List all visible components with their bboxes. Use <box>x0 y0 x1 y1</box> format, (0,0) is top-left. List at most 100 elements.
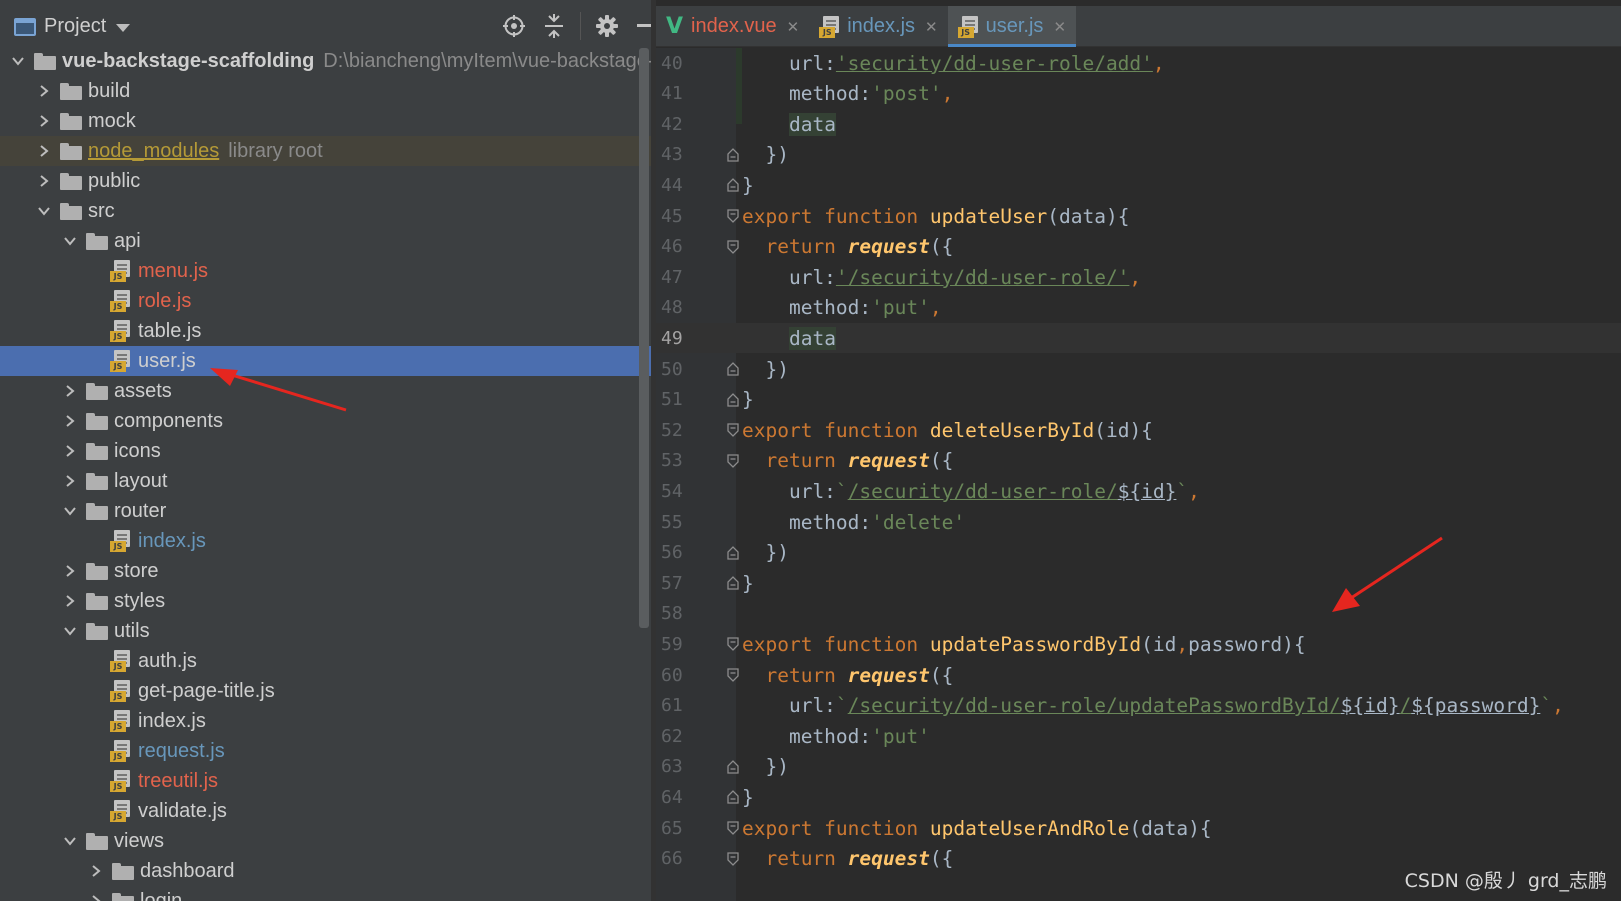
fold-marker-icon[interactable] <box>724 454 742 468</box>
code-line[interactable]: 47 url:'/security/dd-user-role/', <box>656 262 1621 292</box>
chevron-right-icon[interactable] <box>34 76 54 106</box>
tree-item-validate-js[interactable]: JS validate.js <box>0 796 673 826</box>
code-line[interactable]: 56 }) <box>656 538 1621 568</box>
tree-item-router[interactable]: router <box>0 496 673 526</box>
chevron-right-icon[interactable] <box>60 586 80 616</box>
chevron-down-icon[interactable] <box>34 196 54 226</box>
fold-marker-icon[interactable] <box>724 821 742 835</box>
tree-item-layout[interactable]: layout <box>0 466 673 496</box>
close-icon[interactable]: ✕ <box>1053 18 1066 36</box>
chevron-right-icon[interactable] <box>60 466 80 496</box>
fold-marker-icon[interactable] <box>724 637 742 652</box>
code-line[interactable]: 48 method:'put', <box>656 293 1621 323</box>
code-line[interactable]: 42 data <box>656 109 1621 139</box>
code-line[interactable]: 60 return request({ <box>656 660 1621 690</box>
code-line[interactable]: 58 <box>656 599 1621 629</box>
close-icon[interactable]: ✕ <box>787 18 800 36</box>
code-line[interactable]: 64} <box>656 782 1621 812</box>
code-line[interactable]: 61 url:`/security/dd-user-role/updatePas… <box>656 691 1621 721</box>
tree-item-icons[interactable]: icons <box>0 436 673 466</box>
code-line[interactable]: 51} <box>656 385 1621 415</box>
js-file-icon: JS <box>110 770 130 792</box>
tree-item-dashboard[interactable]: dashboard <box>0 856 673 886</box>
close-icon[interactable]: ✕ <box>925 18 938 36</box>
tree-item-treeutil-js[interactable]: JS treeutil.js <box>0 766 673 796</box>
code-line[interactable]: 46 return request({ <box>656 232 1621 262</box>
tree-item-table-js[interactable]: JS table.js <box>0 316 673 346</box>
code-line[interactable]: 57} <box>656 568 1621 598</box>
chevron-right-icon[interactable] <box>60 406 80 436</box>
chevron-right-icon[interactable] <box>34 106 54 136</box>
chevron-down-icon[interactable] <box>8 46 28 76</box>
chevron-right-icon[interactable] <box>60 556 80 586</box>
project-view-title[interactable]: Project <box>44 15 106 38</box>
fold-marker-icon[interactable] <box>724 209 742 223</box>
fold-marker-icon[interactable] <box>724 239 742 254</box>
code-line[interactable]: 62 method:'put' <box>656 721 1621 751</box>
code-line[interactable]: 40 url:'security/dd-user-role/add', <box>656 48 1621 78</box>
code-line[interactable]: 55 method:'delete' <box>656 507 1621 537</box>
fold-marker-icon[interactable] <box>724 576 742 590</box>
code-line[interactable]: 52 export function deleteUserById(id){ <box>656 415 1621 445</box>
tree-item-styles[interactable]: styles <box>0 586 673 616</box>
collapse-all-icon[interactable] <box>536 8 572 44</box>
chevron-right-icon[interactable] <box>60 436 80 466</box>
tree-item-vue-backstage-scaffolding[interactable]: vue-backstage-scaffolding D:\biancheng\my… <box>0 46 673 76</box>
code-line[interactable]: 65 export function updateUserAndRole(data… <box>656 813 1621 843</box>
tree-item-request-js[interactable]: JS request.js <box>0 736 673 766</box>
code-line[interactable]: 59 export function updatePasswordById(id,… <box>656 629 1621 659</box>
code-line[interactable]: 63 }) <box>656 752 1621 782</box>
locate-icon[interactable] <box>496 8 532 44</box>
fold-marker-icon[interactable] <box>724 147 742 162</box>
tree-item-views[interactable]: views <box>0 826 673 856</box>
chevron-down-icon[interactable] <box>60 226 80 256</box>
fold-marker-icon[interactable] <box>724 178 742 193</box>
editor-tab-index-vue[interactable]: Vindex.vue ✕ <box>656 6 809 47</box>
code-line[interactable]: 41 method:'post', <box>656 79 1621 109</box>
chevron-right-icon[interactable] <box>60 376 80 406</box>
code-line[interactable]: 54 url:`/security/dd-user-role/${id}`, <box>656 476 1621 506</box>
code-line[interactable]: 45 export function updateUser(data){ <box>656 201 1621 231</box>
editor-tab-index-js[interactable]: JS index.js ✕ <box>809 6 947 47</box>
fold-marker-icon[interactable] <box>724 759 742 774</box>
fold-marker-icon[interactable] <box>724 668 742 682</box>
chevron-down-icon[interactable] <box>116 23 131 32</box>
tree-item-role-js[interactable]: JS role.js <box>0 286 673 316</box>
tree-item-login[interactable]: login <box>0 886 673 901</box>
tree-item-index-js[interactable]: JS index.js <box>0 706 673 736</box>
fold-marker-icon[interactable] <box>724 851 742 866</box>
chevron-down-icon[interactable] <box>60 826 80 856</box>
tree-item-mock[interactable]: mock <box>0 106 673 136</box>
tree-scrollbar[interactable] <box>639 48 649 628</box>
editor-tab-user-js[interactable]: JS user.js ✕ <box>947 6 1077 47</box>
code-line[interactable]: 43 }) <box>656 140 1621 170</box>
chevron-down-icon[interactable] <box>60 496 80 526</box>
settings-gear-icon[interactable] <box>589 8 625 44</box>
chevron-right-icon[interactable] <box>86 886 106 901</box>
fold-marker-icon[interactable] <box>724 423 742 438</box>
chevron-right-icon[interactable] <box>86 856 106 886</box>
tree-item-src[interactable]: src <box>0 196 673 226</box>
code-line[interactable]: 49 data <box>656 323 1621 354</box>
tree-item-get-page-title-js[interactable]: JS get-page-title.js <box>0 676 673 706</box>
code-line[interactable]: 44} <box>656 170 1621 200</box>
chevron-right-icon[interactable] <box>34 166 54 196</box>
chevron-right-icon[interactable] <box>34 136 54 166</box>
code-area[interactable]: 40 url:'security/dd-user-role/add', 41 me… <box>656 48 1621 901</box>
fold-marker-icon[interactable] <box>724 362 742 376</box>
chevron-down-icon[interactable] <box>60 616 80 646</box>
tree-item-auth-js[interactable]: JS auth.js <box>0 646 673 676</box>
code-line[interactable]: 53 return request({ <box>656 446 1621 476</box>
tree-item-menu-js[interactable]: JS menu.js <box>0 256 673 286</box>
code-line[interactable]: 50 }) <box>656 354 1621 384</box>
fold-marker-icon[interactable] <box>724 790 742 805</box>
tree-item-store[interactable]: store <box>0 556 673 586</box>
tree-item-public[interactable]: public <box>0 166 673 196</box>
fold-marker-icon[interactable] <box>724 545 742 560</box>
fold-marker-icon[interactable] <box>724 392 742 407</box>
tree-item-utils[interactable]: utils <box>0 616 673 646</box>
tree-item-build[interactable]: build <box>0 76 673 106</box>
tree-item-api[interactable]: api <box>0 226 673 256</box>
tree-item-node-modules[interactable]: node_modules library root <box>0 136 673 166</box>
tree-item-index-js[interactable]: JS index.js <box>0 526 673 556</box>
